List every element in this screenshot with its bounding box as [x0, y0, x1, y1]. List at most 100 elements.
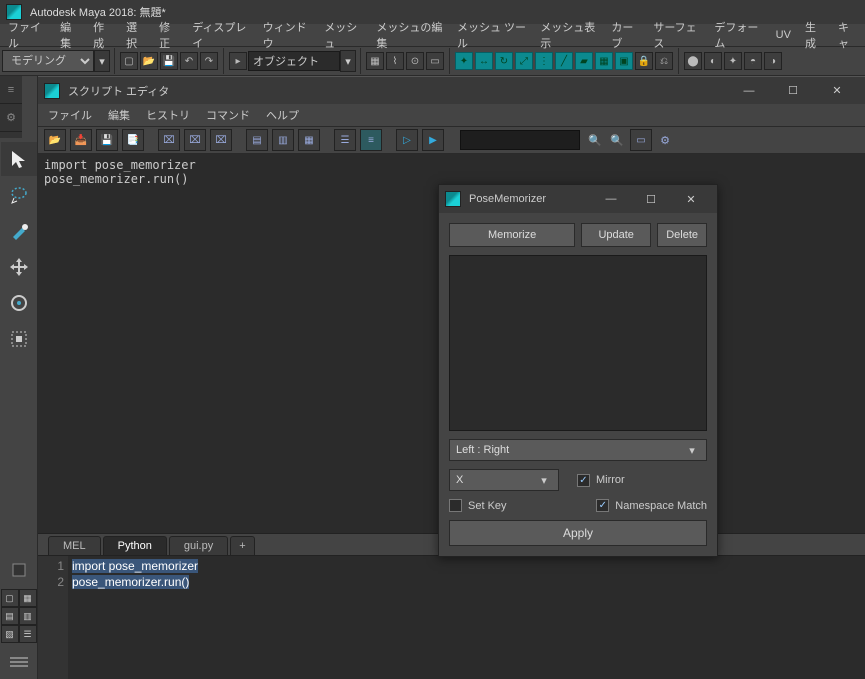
paint-select-tool[interactable] [1, 214, 37, 248]
panel-menu-icon[interactable]: ≡ [0, 76, 22, 104]
xform-scale-icon[interactable]: ⤢ [515, 52, 533, 70]
echo-all-icon[interactable]: ☰ [334, 129, 356, 151]
pm-titlebar[interactable]: PoseMemorizer — ☐ ✕ [439, 185, 717, 213]
clear-input-icon[interactable]: ⌧ [184, 129, 206, 151]
show-input-icon[interactable]: ▥ [272, 129, 294, 151]
render-icon[interactable]: ▣ [615, 52, 633, 70]
se-menu-edit[interactable]: 編集 [108, 107, 130, 123]
line-numbers-icon[interactable]: ≡ [360, 129, 382, 151]
menu-surfaces[interactable]: サーフェス [653, 19, 700, 51]
source-script-icon[interactable]: 📥 [70, 129, 92, 151]
se-menu-history[interactable]: ヒストリ [146, 107, 190, 123]
menu-edit[interactable]: 編集 [60, 19, 79, 51]
script-input-text[interactable]: import pose_memorizer pose_memorizer.run… [68, 556, 865, 679]
pm-minimize-button[interactable]: — [591, 185, 631, 213]
object-dropdown-icon[interactable]: ▾ [340, 50, 356, 72]
settings-icon[interactable]: ⚙ [654, 129, 676, 151]
se-menu-help[interactable]: ヘルプ [266, 107, 299, 123]
script-input-pane[interactable]: 12 import pose_memorizer pose_memorizer.… [38, 556, 865, 679]
menu-file[interactable]: ファイル [8, 19, 46, 51]
save-to-shelf-icon[interactable]: 📑 [122, 129, 144, 151]
menu-generate[interactable]: 生成 [805, 19, 824, 51]
menu-select[interactable]: 選択 [126, 19, 145, 51]
mirror-checkbox[interactable]: ✓ [577, 474, 590, 487]
close-button[interactable]: ✕ [815, 77, 859, 105]
maximize-button[interactable]: ☐ [771, 77, 815, 105]
pose-list[interactable] [449, 255, 707, 431]
construction-history-icon[interactable]: ⎌ [655, 52, 673, 70]
lasso-tool[interactable] [1, 178, 37, 212]
search-input[interactable] [460, 130, 580, 150]
open-scene-icon[interactable]: 📂 [140, 52, 158, 70]
search-up-icon[interactable]: 🔍 [606, 129, 628, 151]
search-down-icon[interactable]: 🔍 [584, 129, 606, 151]
save-scene-icon[interactable]: 💾 [160, 52, 178, 70]
symmetry-icon[interactable]: ✦ [455, 52, 473, 70]
pm-close-button[interactable]: ✕ [671, 185, 711, 213]
snap-curve-icon[interactable]: ⌇ [386, 52, 404, 70]
clear-history-icon[interactable]: ⌧ [158, 129, 180, 151]
rotate-tool[interactable] [1, 286, 37, 320]
goto-line-icon[interactable]: ▭ [630, 129, 652, 151]
two-pane-v-icon[interactable]: ▥ [19, 607, 37, 625]
apply-button[interactable]: Apply [449, 520, 707, 546]
menu-curves[interactable]: カーブ [611, 19, 639, 51]
menu-window[interactable]: ウィンドウ [263, 19, 311, 51]
menu-create[interactable]: 作成 [93, 19, 112, 51]
menu-display[interactable]: ディスプレイ [192, 19, 248, 51]
menu-mesh-tools[interactable]: メッシュ ツール [457, 19, 526, 51]
execute-icon[interactable]: ▷ [396, 129, 418, 151]
snap-point-icon[interactable]: ⊙ [406, 52, 424, 70]
pm-maximize-button[interactable]: ☐ [631, 185, 671, 213]
memorize-button[interactable]: Memorize [449, 223, 575, 247]
object-field[interactable] [248, 51, 340, 71]
tab-python[interactable]: Python [103, 536, 167, 555]
show-history-icon[interactable]: ▤ [246, 129, 268, 151]
menu-mesh-display[interactable]: メッシュ表示 [540, 19, 597, 51]
snap-grid-icon[interactable]: ▦ [366, 52, 384, 70]
update-button[interactable]: Update [581, 223, 651, 247]
component-edge-icon[interactable]: ╱ [555, 52, 573, 70]
nsmatch-checkbox[interactable]: ✓ [596, 499, 609, 512]
clear-all-icon[interactable]: ⌧ [210, 129, 232, 151]
menu-mesh-edit[interactable]: メッシュの編集 [376, 19, 443, 51]
four-pane-icon[interactable]: ▦ [19, 589, 37, 607]
select-mode-icon[interactable]: ▸ [229, 52, 247, 70]
load-script-icon[interactable]: 📂 [44, 129, 66, 151]
se-menu-file[interactable]: ファイル [48, 107, 92, 123]
menu-deform[interactable]: デフォーム [714, 19, 761, 51]
scale-tool[interactable] [1, 322, 37, 356]
workspace-select[interactable]: モデリング [2, 50, 94, 72]
snap-plane-icon[interactable]: ▭ [426, 52, 444, 70]
outliner-toggle-icon[interactable]: ☰ [19, 625, 37, 643]
show-both-icon[interactable]: ▦ [298, 129, 320, 151]
script-editor-titlebar[interactable]: スクリプト エディタ — ☐ ✕ [38, 76, 865, 104]
minimize-button[interactable]: — [727, 77, 771, 105]
select-tool[interactable] [1, 142, 37, 176]
light-editor-icon[interactable]: ◑ [764, 52, 782, 70]
ipr-render-icon[interactable]: ◐ [704, 52, 722, 70]
outliner-icon[interactable] [1, 645, 37, 679]
xform-rotate-icon[interactable]: ↻ [495, 52, 513, 70]
tab-gui[interactable]: gui.py [169, 536, 228, 555]
new-scene-icon[interactable]: ▢ [120, 52, 138, 70]
undo-icon[interactable]: ↶ [180, 52, 198, 70]
menu-mesh[interactable]: メッシュ [324, 19, 362, 51]
workspace-dropdown-icon[interactable]: ▾ [94, 50, 110, 72]
component-uv-icon[interactable]: ▦ [595, 52, 613, 70]
menu-cache[interactable]: キャ [838, 19, 857, 51]
pose-memorizer-window[interactable]: PoseMemorizer — ☐ ✕ Memorize Update Dele… [438, 184, 718, 557]
tab-add[interactable]: + [230, 536, 254, 555]
xform-move-icon[interactable]: ↔ [475, 52, 493, 70]
execute-all-icon[interactable]: ▶ [422, 129, 444, 151]
last-tool[interactable] [1, 553, 37, 587]
render-view-icon[interactable]: ⬤ [684, 52, 702, 70]
redo-icon[interactable]: ↷ [200, 52, 218, 70]
move-tool[interactable] [1, 250, 37, 284]
tab-mel[interactable]: MEL [48, 536, 101, 555]
hypershade-icon[interactable]: ◓ [744, 52, 762, 70]
panel-options-icon[interactable]: ⚙ [0, 104, 22, 132]
axis-select[interactable]: X ▾ [449, 469, 559, 491]
single-pane-icon[interactable]: ▢ [1, 589, 19, 607]
lock-icon[interactable]: 🔒 [635, 52, 653, 70]
